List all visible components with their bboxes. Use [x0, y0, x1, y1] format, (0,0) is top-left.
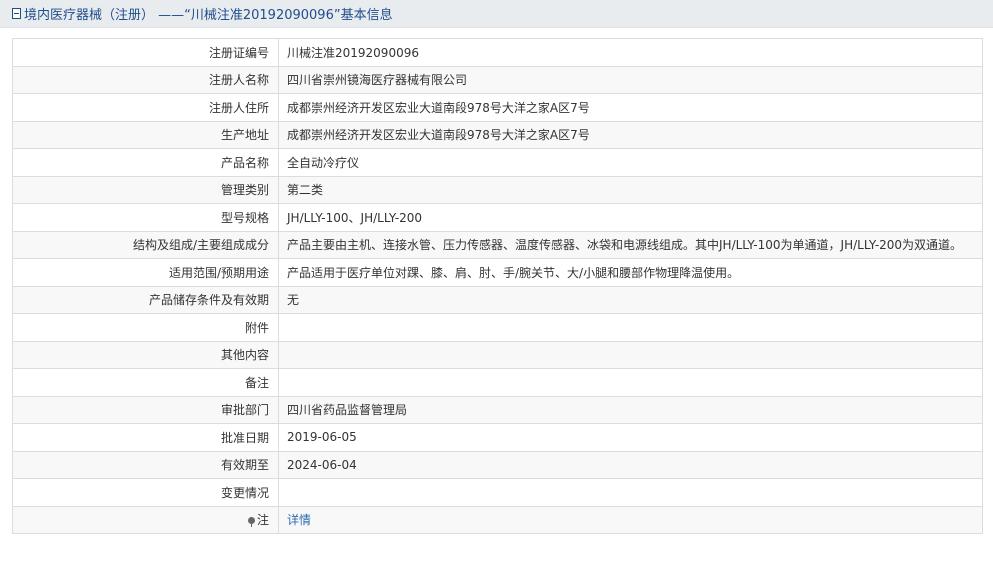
details-link[interactable]: 详情 — [287, 513, 311, 527]
table-row: 产品储存条件及有效期 无 — [12, 285, 983, 314]
table-row: 生产地址 成都崇州经济开发区宏业大道南段978号大洋之家A区7号 — [12, 120, 983, 149]
row-label: 结构及组成/主要组成成分 — [12, 230, 279, 259]
table-row: 注册人名称 四川省崇州镜海医疗器械有限公司 — [12, 65, 983, 94]
row-label: 产品储存条件及有效期 — [12, 285, 279, 314]
row-value — [278, 313, 983, 342]
row-label: 注册证编号 — [12, 38, 279, 67]
row-value: 全自动冷疗仪 — [278, 148, 983, 177]
row-label: 注册人住所 — [12, 93, 279, 122]
page-title: 境内医疗器械（注册） ——“川械注准20192090096”基本信息 — [24, 8, 393, 23]
table-row: 型号规格 JH/LLY-100、JH/LLY-200 — [12, 203, 983, 232]
note-value-cell: 详情 — [278, 505, 983, 534]
pin-icon — [247, 517, 255, 528]
note-row: 注 详情 — [12, 505, 983, 534]
table-row: 产品名称 全自动冷疗仪 — [12, 148, 983, 177]
row-label: 适用范围/预期用途 — [12, 258, 279, 287]
row-value: JH/LLY-100、JH/LLY-200 — [278, 203, 983, 232]
table-row: 有效期至 2024-06-04 — [12, 450, 983, 479]
row-label: 其他内容 — [12, 340, 279, 369]
row-label: 审批部门 — [12, 395, 279, 424]
row-label: 备注 — [12, 368, 279, 397]
table-row: 适用范围/预期用途 产品适用于医疗单位对踝、膝、肩、肘、手/腕关节、大/小腿和腰… — [12, 258, 983, 287]
row-label: 批准日期 — [12, 423, 279, 452]
row-label: 生产地址 — [12, 120, 279, 149]
table-row: 管理类别 第二类 — [12, 175, 983, 204]
row-value: 成都崇州经济开发区宏业大道南段978号大洋之家A区7号 — [278, 120, 983, 149]
row-label: 管理类别 — [12, 175, 279, 204]
document-icon — [12, 8, 21, 19]
table-row: 审批部门 四川省药品监督管理局 — [12, 395, 983, 424]
table-row: 变更情况 — [12, 478, 983, 507]
row-value: 川械注准20192090096 — [278, 38, 983, 67]
row-label: 型号规格 — [12, 203, 279, 232]
row-value: 2024-06-04 — [278, 450, 983, 479]
row-value — [278, 340, 983, 369]
row-label: 有效期至 — [12, 450, 279, 479]
table-row: 结构及组成/主要组成成分 产品主要由主机、连接水管、压力传感器、温度传感器、冰袋… — [12, 230, 983, 259]
row-value — [278, 478, 983, 507]
table-row: 其他内容 — [12, 340, 983, 369]
row-label: 变更情况 — [12, 478, 279, 507]
row-value: 产品适用于医疗单位对踝、膝、肩、肘、手/腕关节、大/小腿和腰部作物理降温使用。 — [278, 258, 983, 287]
row-value: 四川省崇州镜海医疗器械有限公司 — [278, 65, 983, 94]
page-header: 境内医疗器械（注册） ——“川械注准20192090096”基本信息 — [0, 0, 993, 28]
row-value: 四川省药品监督管理局 — [278, 395, 983, 424]
table-row: 注册证编号 川械注准20192090096 — [12, 38, 983, 67]
row-label: 附件 — [12, 313, 279, 342]
note-label: 注 — [256, 513, 269, 528]
row-label: 注册人名称 — [12, 65, 279, 94]
row-value: 2019-06-05 — [278, 423, 983, 452]
table-row: 附件 — [12, 313, 983, 342]
row-label: 产品名称 — [12, 148, 279, 177]
row-value — [278, 368, 983, 397]
row-value: 成都崇州经济开发区宏业大道南段978号大洋之家A区7号 — [278, 93, 983, 122]
row-value: 无 — [278, 285, 983, 314]
row-value: 产品主要由主机、连接水管、压力传感器、温度传感器、冰袋和电源线组成。其中JH/L… — [278, 230, 983, 259]
table-row: 备注 — [12, 368, 983, 397]
row-value: 第二类 — [278, 175, 983, 204]
table-row: 批准日期 2019-06-05 — [12, 423, 983, 452]
note-label-cell: 注 — [12, 505, 279, 534]
table-row: 注册人住所 成都崇州经济开发区宏业大道南段978号大洋之家A区7号 — [12, 93, 983, 122]
info-table: 注册证编号 川械注准20192090096 注册人名称 四川省崇州镜海医疗器械有… — [12, 38, 983, 534]
info-table-wrapper: 注册证编号 川械注准20192090096 注册人名称 四川省崇州镜海医疗器械有… — [12, 38, 983, 534]
